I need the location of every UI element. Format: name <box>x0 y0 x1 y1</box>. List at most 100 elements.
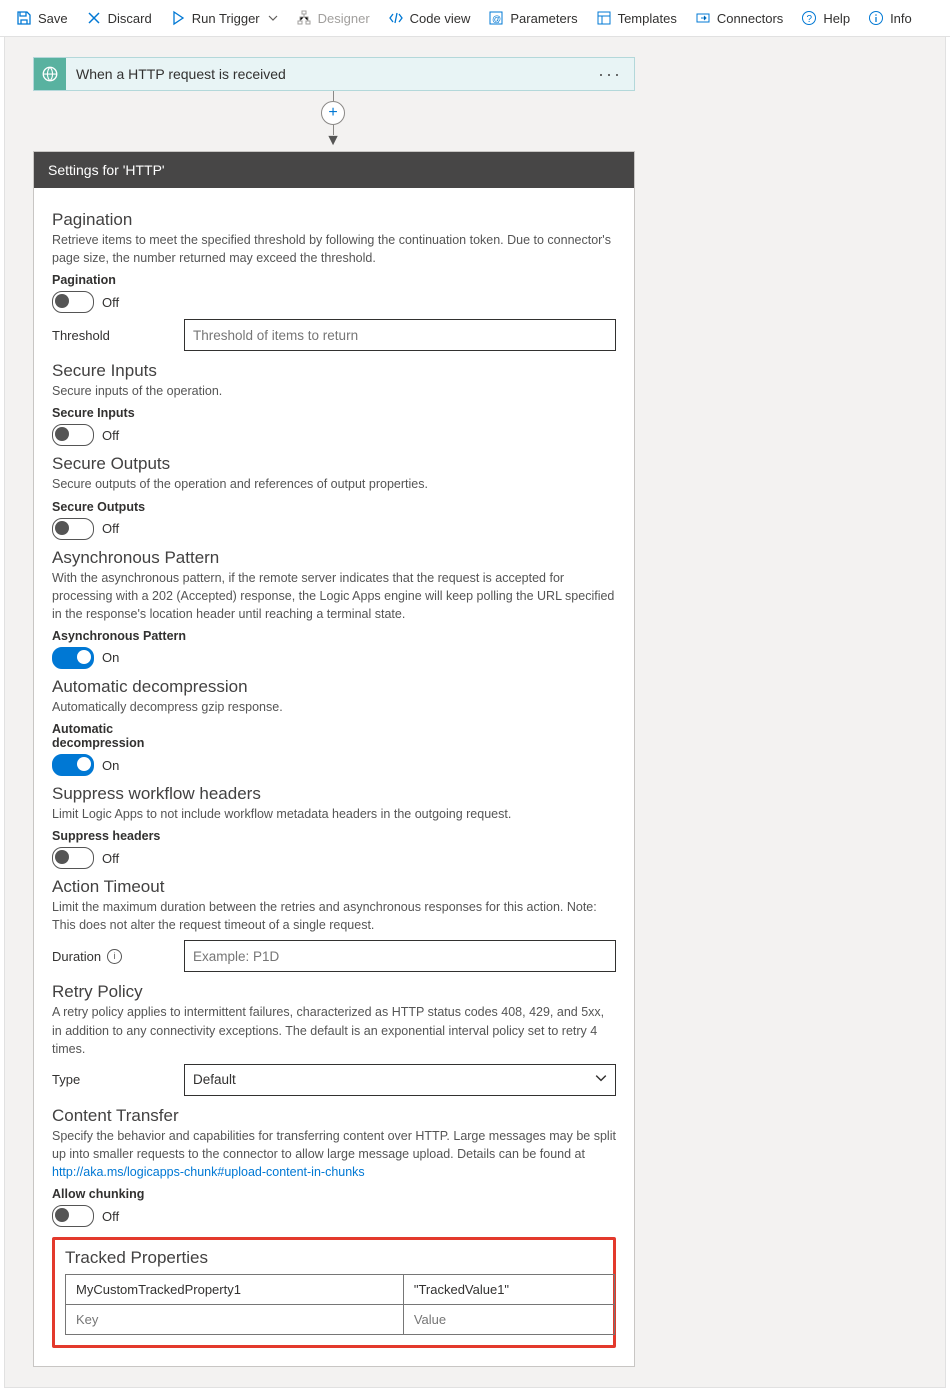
discard-icon <box>86 10 102 26</box>
async-toggle[interactable] <box>52 647 94 669</box>
suppress-title: Suppress workflow headers <box>52 784 616 804</box>
chunking-state: Off <box>102 1209 119 1224</box>
content-title: Content Transfer <box>52 1106 616 1126</box>
pagination-toggle[interactable] <box>52 291 94 313</box>
add-step-button[interactable]: + <box>321 101 345 125</box>
secure-outputs-label: Secure Outputs <box>52 500 616 514</box>
info-icon <box>868 10 884 26</box>
tracked-table: MyCustomTrackedProperty1 "TrackedValue1"… <box>65 1274 615 1335</box>
decompress-desc: Automatically decompress gzip response. <box>52 698 616 716</box>
secure-inputs-toggle[interactable] <box>52 424 94 446</box>
chunking-toggle[interactable] <box>52 1205 94 1227</box>
chevron-down-icon <box>268 13 278 23</box>
chunking-label: Allow chunking <box>52 1187 616 1201</box>
retry-type-label: Type <box>52 1072 172 1087</box>
tracked-title: Tracked Properties <box>65 1248 603 1268</box>
suppress-state: Off <box>102 851 119 866</box>
designer-button[interactable]: Designer <box>288 6 378 30</box>
secure-outputs-desc: Secure outputs of the operation and refe… <box>52 475 616 493</box>
codeview-button[interactable]: Code view <box>380 6 479 30</box>
timeout-title: Action Timeout <box>52 877 616 897</box>
content-desc: Specify the behavior and capabilities fo… <box>52 1127 616 1181</box>
async-label: Asynchronous Pattern <box>52 629 616 643</box>
chevron-down-icon <box>595 1072 607 1087</box>
suppress-label: Suppress headers <box>52 829 616 843</box>
async-title: Asynchronous Pattern <box>52 548 616 568</box>
pagination-desc: Retrieve items to meet the specified thr… <box>52 231 616 267</box>
codeview-label: Code view <box>410 11 471 26</box>
decompress-title: Automatic decompression <box>52 677 616 697</box>
retry-type-value: Default <box>193 1072 236 1087</box>
info-tip-icon[interactable]: i <box>107 949 122 964</box>
help-icon: ? <box>801 10 817 26</box>
code-icon <box>388 10 404 26</box>
secure-inputs-title: Secure Inputs <box>52 361 616 381</box>
secure-inputs-desc: Secure inputs of the operation. <box>52 382 616 400</box>
pagination-label: Pagination <box>52 273 616 287</box>
tracked-key-cell[interactable]: MyCustomTrackedProperty1 <box>66 1275 404 1305</box>
designer-label: Designer <box>318 11 370 26</box>
async-desc: With the asynchronous pattern, if the re… <box>52 569 616 623</box>
connectors-icon <box>695 10 711 26</box>
secure-inputs-state: Off <box>102 428 119 443</box>
connectors-label: Connectors <box>717 11 783 26</box>
parameters-icon: @ <box>488 10 504 26</box>
retry-desc: A retry policy applies to intermittent f… <box>52 1003 616 1057</box>
settings-panel: Settings for 'HTTP' Pagination Retrieve … <box>33 151 635 1367</box>
save-label: Save <box>38 11 68 26</box>
help-label: Help <box>823 11 850 26</box>
timeout-desc: Limit the maximum duration between the r… <box>52 898 616 934</box>
trigger-title: When a HTTP request is received <box>66 66 586 82</box>
save-button[interactable]: Save <box>8 6 76 30</box>
designer-icon <box>296 10 312 26</box>
tracked-value-input[interactable]: Value <box>403 1305 614 1335</box>
run-trigger-button[interactable]: Run Trigger <box>162 6 286 30</box>
toolbar: Save Discard Run Trigger Designer Code v… <box>0 0 950 37</box>
info-label: Info <box>890 11 912 26</box>
connectors-button[interactable]: Connectors <box>687 6 791 30</box>
templates-label: Templates <box>618 11 677 26</box>
decompress-state: On <box>102 758 119 773</box>
duration-label: Duration i <box>52 949 172 964</box>
threshold-label: Threshold <box>52 328 172 343</box>
suppress-desc: Limit Logic Apps to not include workflow… <box>52 805 616 823</box>
decompress-toggle[interactable] <box>52 754 94 776</box>
http-trigger-icon <box>34 58 66 90</box>
connector-line: + ▼ <box>33 91 633 149</box>
tracked-properties-highlight: Tracked Properties MyCustomTrackedProper… <box>52 1237 616 1348</box>
secure-outputs-title: Secure Outputs <box>52 454 616 474</box>
duration-input[interactable] <box>184 940 616 972</box>
retry-title: Retry Policy <box>52 982 616 1002</box>
templates-icon <box>596 10 612 26</box>
run-label: Run Trigger <box>192 11 260 26</box>
async-state: On <box>102 650 119 665</box>
trigger-card[interactable]: When a HTTP request is received ··· <box>33 57 635 91</box>
discard-label: Discard <box>108 11 152 26</box>
help-button[interactable]: ? Help <box>793 6 858 30</box>
decompress-label: Automatic decompression <box>52 722 162 750</box>
suppress-toggle[interactable] <box>52 847 94 869</box>
threshold-input[interactable] <box>184 319 616 351</box>
save-icon <box>16 10 32 26</box>
secure-outputs-toggle[interactable] <box>52 518 94 540</box>
retry-type-select[interactable]: Default <box>184 1064 616 1096</box>
info-button[interactable]: Info <box>860 6 920 30</box>
svg-text:@: @ <box>492 14 501 24</box>
content-link[interactable]: http://aka.ms/logicapps-chunk#upload-con… <box>52 1165 365 1179</box>
tracked-key-input[interactable]: Key <box>66 1305 404 1335</box>
arrow-down-icon: ▼ <box>325 133 341 149</box>
parameters-button[interactable]: @ Parameters <box>480 6 585 30</box>
tracked-value-cell[interactable]: "TrackedValue1" <box>403 1275 614 1305</box>
designer-canvas: When a HTTP request is received ··· + ▼ … <box>4 37 946 1388</box>
svg-text:?: ? <box>807 14 813 25</box>
discard-button[interactable]: Discard <box>78 6 160 30</box>
secure-inputs-label: Secure Inputs <box>52 406 616 420</box>
tracked-row-new: Key Value <box>66 1305 615 1335</box>
trigger-more-button[interactable]: ··· <box>586 64 634 85</box>
play-icon <box>170 10 186 26</box>
pagination-title: Pagination <box>52 210 616 230</box>
templates-button[interactable]: Templates <box>588 6 685 30</box>
pagination-state: Off <box>102 295 119 310</box>
settings-header: Settings for 'HTTP' <box>34 152 634 188</box>
tracked-row: MyCustomTrackedProperty1 "TrackedValue1" <box>66 1275 615 1305</box>
